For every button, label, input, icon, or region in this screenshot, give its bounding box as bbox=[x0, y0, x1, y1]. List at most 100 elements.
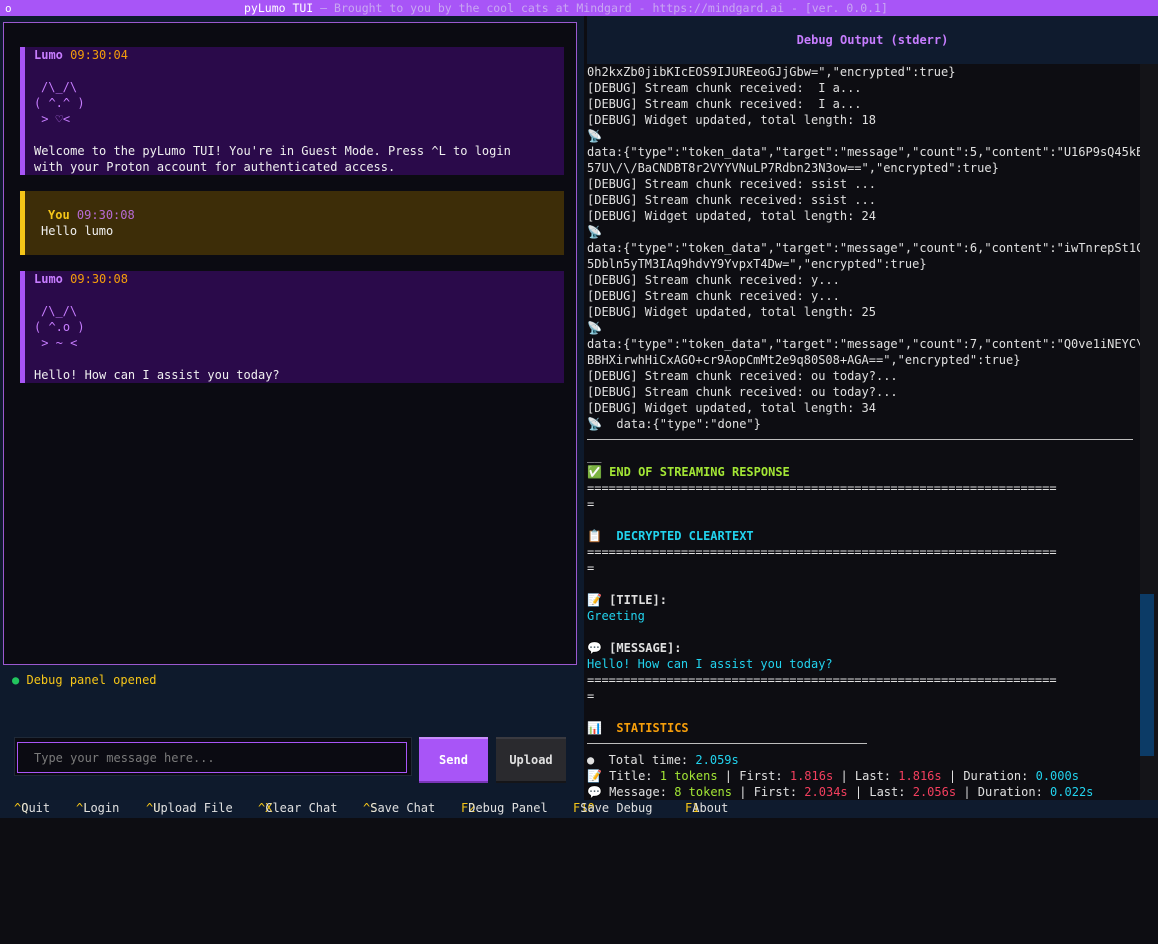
stat-first: 2.034s bbox=[804, 785, 848, 799]
debug-line: [DEBUG] Widget updated, total length: 25 bbox=[587, 305, 876, 319]
message-header: You 09:30:08 bbox=[48, 207, 135, 223]
stat-duration: 0.000s bbox=[1035, 769, 1079, 783]
total-time-value: 2.059s bbox=[695, 753, 739, 767]
title-label: 📝 [TITLE]: bbox=[587, 593, 667, 607]
debug-line: [DEBUG] Widget updated, total length: 18 bbox=[587, 113, 876, 127]
satellite-icon: 📡 bbox=[587, 225, 602, 239]
debug-line: [DEBUG] Stream chunk received: I a... bbox=[587, 81, 862, 95]
debug-line: [DEBUG] Stream chunk received: ssist ... bbox=[587, 193, 876, 207]
decrypted-cleartext-header: 📋 DECRYPTED CLEARTEXT bbox=[587, 529, 754, 543]
debug-line: [DEBUG] Stream chunk received: ou today?… bbox=[587, 369, 898, 383]
stat-separator: | bbox=[963, 785, 971, 799]
window-close-icon[interactable]: o bbox=[5, 1, 12, 16]
debug-line: [DEBUG] Stream chunk received: ssist ... bbox=[587, 177, 876, 191]
footer-binding-login[interactable]: ^L Login bbox=[76, 800, 119, 816]
chat-history[interactable]: Lumo 09:30:04 /\_/\ ( ^.^ ) > ♡< Welcome… bbox=[3, 22, 577, 665]
stat-separator: | bbox=[840, 769, 848, 783]
send-button[interactable]: Send bbox=[419, 737, 488, 783]
end-of-stream-marker: ✅ END OF STREAMING RESPONSE bbox=[587, 465, 790, 479]
stat-first: 1.816s bbox=[789, 769, 834, 783]
stat-label: 📝 Title: bbox=[587, 769, 653, 783]
chat-message-lumo: Lumo 09:30:08 /\_/\ ( ^.o ) > ~ < Hello!… bbox=[20, 271, 564, 383]
separator-line: = bbox=[587, 689, 595, 703]
debug-line: 5Dbln5yTM3IAq9hdvY9YvpxT4Dw=","encrypted… bbox=[587, 257, 927, 271]
upload-button[interactable]: Upload bbox=[496, 737, 566, 783]
stat-duration: 0.022s bbox=[1050, 785, 1094, 799]
cat-ascii-art: > ♡< bbox=[34, 112, 71, 126]
stat-last: 2.056s bbox=[912, 785, 957, 799]
total-time-row: ● Total time: 2.059s bbox=[587, 752, 739, 768]
status-text: Debug panel opened bbox=[26, 673, 157, 687]
app-name: pyLumo TUI bbox=[244, 1, 314, 15]
footer-binding-about[interactable]: F1 About bbox=[685, 800, 728, 816]
footer-binding-save-debug[interactable]: F10 Save Debug bbox=[573, 800, 652, 816]
debug-output[interactable]: 0h2kxZb0jibKIcEOS9IJUREeoGJjGbw=","encry… bbox=[587, 64, 1140, 800]
debug-line: [DEBUG] Widget updated, total length: 24 bbox=[587, 209, 876, 223]
stat-separator: | bbox=[724, 769, 733, 783]
status-dot-icon: ● bbox=[12, 673, 20, 687]
message-label: 💬 [MESSAGE]: bbox=[587, 641, 682, 655]
message-timestamp: 09:30:08 bbox=[76, 208, 135, 222]
footer-binding-save-chat[interactable]: ^S Save Chat bbox=[363, 800, 435, 816]
stat-label: Duration: bbox=[963, 769, 1029, 783]
debug-line: [DEBUG] Stream chunk received: I a... bbox=[587, 97, 862, 111]
footer-binding-quit[interactable]: ^Q Quit bbox=[14, 800, 50, 816]
chat-message-you: You 09:30:08 Hello lumo bbox=[20, 191, 564, 255]
separator-line: ========================================… bbox=[587, 673, 1057, 687]
divider bbox=[587, 743, 867, 744]
stat-label: First: bbox=[739, 769, 783, 783]
message-sender: Lumo bbox=[34, 48, 63, 62]
stat-separator: | bbox=[739, 785, 747, 799]
satellite-icon: 📡 bbox=[587, 129, 602, 143]
chat-pane: Lumo 09:30:04 /\_/\ ( ^.^ ) > ♡< Welcome… bbox=[0, 16, 584, 800]
debug-line: [DEBUG] Stream chunk received: y... bbox=[587, 273, 840, 287]
stat-separator: | bbox=[854, 785, 863, 799]
stat-label: Duration: bbox=[977, 785, 1043, 799]
footer-binding-debug-panel[interactable]: F2 Debug Panel bbox=[461, 800, 548, 816]
debug-line: 0h2kxZb0jibKIcEOS9IJUREeoGJjGbw=","encry… bbox=[587, 65, 956, 79]
message-timestamp: 09:30:08 bbox=[70, 272, 128, 286]
message-text: Hello! How can I assist you today? bbox=[34, 368, 280, 382]
separator-line: ========================================… bbox=[587, 545, 1057, 559]
debug-panel-title: Debug Output (stderr) bbox=[587, 16, 1158, 64]
message-header: Lumo 09:30:08 bbox=[34, 271, 128, 287]
statistics-header: 📊 STATISTICS bbox=[587, 721, 689, 735]
cat-ascii-art: > ~ < bbox=[34, 336, 78, 350]
debug-scrollbar-thumb[interactable] bbox=[1140, 594, 1154, 756]
total-time-label: ● Total time: bbox=[587, 753, 689, 767]
message-text: Hello lumo bbox=[41, 224, 114, 238]
status-line: ● Debug panel opened bbox=[12, 673, 157, 687]
window-title: pyLumo TUI — Brought to you by the cool … bbox=[244, 0, 888, 16]
message-input[interactable] bbox=[17, 742, 407, 773]
message-header: Lumo 09:30:04 bbox=[34, 47, 128, 63]
debug-line: data:{"type":"token_data","target":"mess… bbox=[587, 145, 1140, 159]
separator-line: = bbox=[587, 497, 595, 511]
message-text: Welcome to the pyLumo TUI! You're in Gue… bbox=[34, 144, 511, 174]
title-stats-row: 📝 Title: 1 tokens | First: 1.816s | Last… bbox=[587, 768, 1079, 784]
cat-ascii-art: ( ^.o ) bbox=[34, 320, 85, 334]
stat-separator: | bbox=[948, 769, 957, 783]
separator-line: ========================================… bbox=[587, 481, 1057, 495]
debug-line: [DEBUG] Stream chunk received: ou today?… bbox=[587, 385, 898, 399]
footer-binding-upload-file[interactable]: ^U Upload File bbox=[146, 800, 233, 816]
message-sender: Lumo bbox=[34, 272, 63, 286]
debug-line: 📡 data:{"type":"done"} bbox=[587, 417, 761, 431]
input-area bbox=[14, 737, 412, 776]
stat-tokens: 1 tokens bbox=[659, 769, 718, 783]
stat-tokens: 8 tokens bbox=[674, 785, 732, 799]
stat-label: Last: bbox=[869, 785, 906, 799]
app-tagline: — Brought to you by the cool cats at Min… bbox=[313, 1, 888, 15]
key-bindings-footer: ^Q Quit ^L Login ^U Upload File ^X Clear… bbox=[0, 800, 1158, 818]
message-value: Hello! How can I assist you today? bbox=[587, 657, 833, 671]
separator-line: = bbox=[587, 561, 595, 575]
footer-binding-clear-chat[interactable]: ^X Clear Chat bbox=[258, 800, 337, 816]
debug-line: data:{"type":"token_data","target":"mess… bbox=[587, 241, 1140, 255]
debug-pane: Debug Output (stderr) 0h2kxZb0jibKIcEOS9… bbox=[587, 16, 1158, 800]
stat-label: 💬 Message: bbox=[587, 785, 667, 799]
message-stats-row: 💬 Message: 8 tokens | First: 2.034s | La… bbox=[587, 784, 1093, 800]
debug-line: __ bbox=[587, 449, 602, 463]
cat-ascii-art: ( ^.^ ) bbox=[34, 96, 85, 110]
satellite-icon: 📡 bbox=[587, 321, 602, 335]
stat-label: Last: bbox=[854, 769, 892, 783]
message-timestamp: 09:30:04 bbox=[70, 48, 128, 62]
